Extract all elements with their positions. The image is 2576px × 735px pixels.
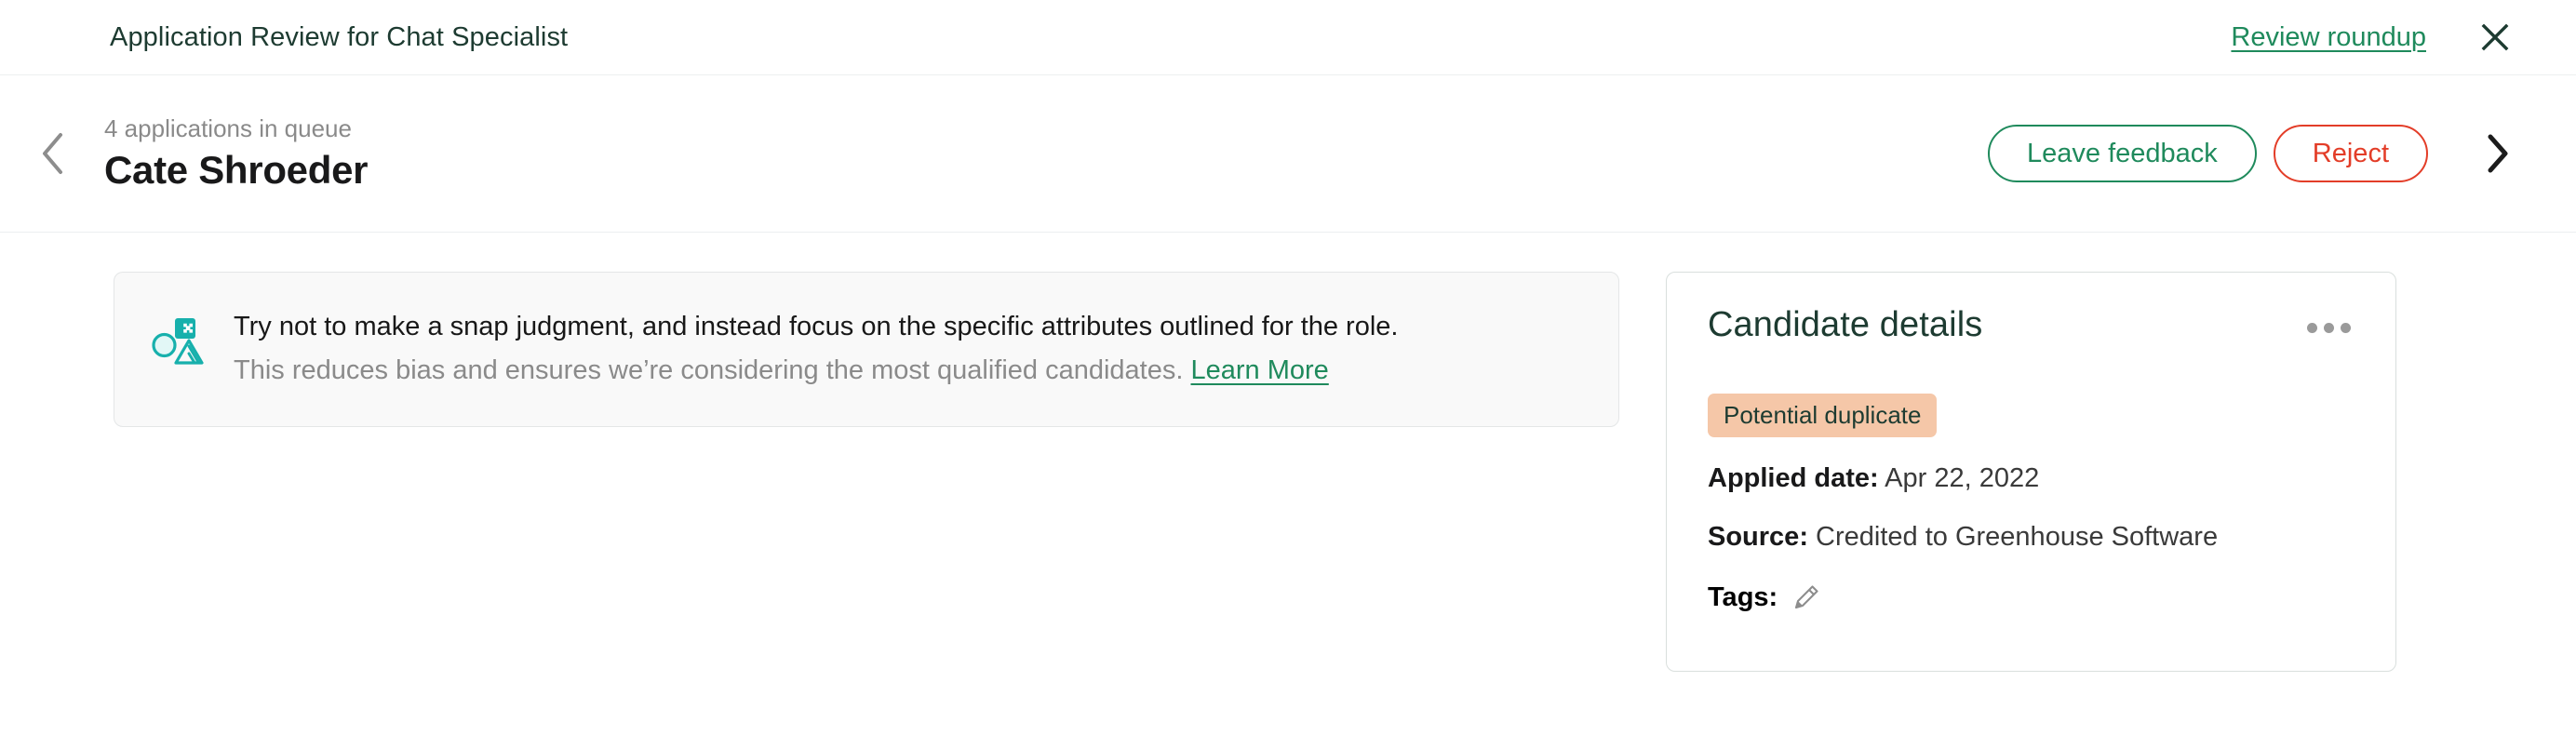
applied-date-row: Applied date: Apr 22, 2022 <box>1708 461 2355 497</box>
close-icon <box>2481 23 2509 51</box>
applied-date-value: Apr 22, 2022 <box>1885 462 2040 493</box>
banner-secondary-text: This reduces bias and ensures we’re cons… <box>234 354 1398 388</box>
previous-candidate-button[interactable] <box>28 128 78 179</box>
chevron-right-icon <box>2488 134 2508 173</box>
tags-label: Tags: <box>1708 581 1778 612</box>
candidate-summary: 4 applications in queue Cate Shroeder <box>104 114 369 192</box>
review-roundup-link[interactable]: Review roundup <box>2231 22 2426 53</box>
candidate-navigation-bar: 4 applications in queue Cate Shroeder Le… <box>0 75 2576 233</box>
modal-header: Application Review for Chat Specialist R… <box>0 0 2576 75</box>
close-button[interactable] <box>2475 17 2516 58</box>
queue-count-label: 4 applications in queue <box>104 114 352 142</box>
learn-more-link[interactable]: Learn More <box>1190 355 1328 385</box>
pencil-icon <box>1795 585 1818 609</box>
next-candidate-button[interactable] <box>2473 128 2523 179</box>
source-label: Source: <box>1708 522 1808 553</box>
more-options-icon <box>2307 323 2317 333</box>
source-row: Source: Credited to Greenhouse Software <box>1708 520 2355 555</box>
shapes-icon <box>148 312 206 369</box>
main-content: Try not to make a snap judgment, and ins… <box>0 233 2576 672</box>
application-review-modal: Application Review for Chat Specialist R… <box>0 0 2576 735</box>
chevron-left-icon <box>43 133 62 174</box>
candidate-details-header: Candidate details <box>1708 305 2355 345</box>
more-options-button[interactable] <box>2303 314 2355 342</box>
banner-text-block: Try not to make a snap judgment, and ins… <box>234 308 1398 388</box>
source-value: Credited to Greenhouse Software <box>1816 522 2219 553</box>
candidate-name: Cate Shroeder <box>104 147 369 192</box>
banner-secondary-copy: This reduces bias and ensures we’re cons… <box>234 355 1184 386</box>
candidate-details-title: Candidate details <box>1708 305 1983 344</box>
candidate-details-card: Candidate details Potential duplicate Ap… <box>1666 272 2396 672</box>
status-badge: Potential duplicate <box>1708 393 1938 437</box>
reject-button[interactable]: Reject <box>2273 125 2428 182</box>
more-options-icon-dot <box>2324 323 2334 333</box>
page-title: Application Review for Chat Specialist <box>110 21 569 52</box>
bias-reminder-banner: Try not to make a snap judgment, and ins… <box>114 272 1619 427</box>
more-options-icon-dot <box>2341 323 2351 333</box>
leave-feedback-button[interactable]: Leave feedback <box>1988 125 2257 182</box>
candidate-action-buttons: Leave feedback Reject <box>1988 125 2523 182</box>
tags-row: Tags: <box>1708 581 2355 613</box>
modal-header-actions: Review roundup <box>2231 17 2516 58</box>
banner-primary-text: Try not to make a snap judgment, and ins… <box>234 312 1399 341</box>
edit-tags-button[interactable] <box>1791 581 1822 613</box>
applied-date-label: Applied date: <box>1708 462 1879 493</box>
